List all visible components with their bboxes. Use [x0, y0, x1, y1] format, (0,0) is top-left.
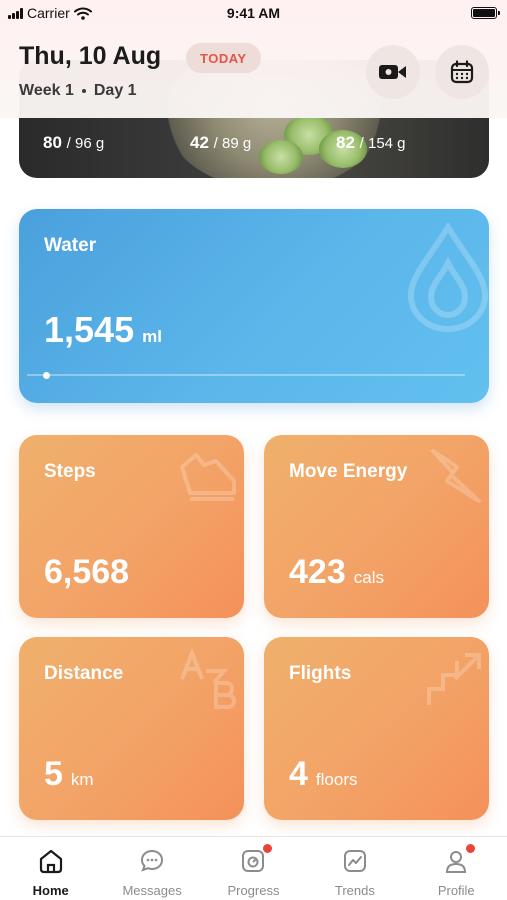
move-energy-unit: cals: [353, 568, 384, 587]
progress-notification-badge: [262, 843, 274, 854]
shoe-icon: [180, 453, 236, 501]
week-label: Week 1: [19, 82, 74, 99]
water-unit: ml: [142, 327, 162, 346]
profile-notification-badge: [465, 843, 477, 854]
move-energy-value: 423 cals: [289, 553, 384, 591]
protein-value: 80 / 96 g: [43, 133, 105, 152]
lightning-icon: [431, 449, 481, 503]
home-icon: [39, 849, 62, 874]
calendar-button[interactable]: [435, 45, 489, 99]
a-to-b-icon: [180, 649, 236, 709]
tab-profile-label: Profile: [437, 883, 475, 898]
move-energy-label: Move Energy: [289, 461, 408, 482]
stairs-icon: [427, 653, 481, 705]
distance-label: Distance: [44, 663, 124, 684]
trends-icon: [343, 850, 366, 872]
carrier-label: Carrier: [27, 5, 70, 21]
tab-profile[interactable]: Profile: [406, 837, 506, 898]
cucumber-slice: [259, 140, 303, 174]
wifi-icon: [73, 7, 92, 20]
separator-dot: [81, 89, 86, 93]
flights-label: Flights: [289, 663, 352, 684]
flights-value: 4 floors: [289, 755, 358, 793]
tab-messages-label: Messages: [122, 883, 182, 898]
tab-home[interactable]: Home: [1, 837, 101, 898]
distance-unit: km: [70, 770, 94, 789]
clock: 9:41 AM: [226, 5, 281, 21]
tab-home-label: Home: [32, 883, 69, 898]
battery-icon: [471, 7, 500, 19]
page-title: Thu, 10 Aug: [19, 42, 162, 70]
carbs-value: 82 / 154 g: [336, 133, 406, 152]
water-progress-handle[interactable]: [43, 372, 50, 379]
chat-icon: [141, 849, 164, 872]
video-camera-icon: [379, 65, 406, 79]
today-button[interactable]: TODAY: [186, 43, 261, 73]
tab-messages[interactable]: Messages: [102, 837, 202, 898]
header: Carrier 9:41 AM Thu, 10 Aug TODAY Week 1…: [0, 0, 507, 118]
tab-trends-label: Trends: [334, 883, 375, 898]
flights-card[interactable]: Flights 4 floors: [264, 637, 489, 820]
week-day-label: Week 1 Day 1: [19, 82, 137, 100]
status-bar: Carrier 9:41 AM: [0, 0, 507, 26]
distance-card[interactable]: Distance 5 km: [19, 637, 244, 820]
tab-trends[interactable]: Trends: [305, 837, 405, 898]
steps-card[interactable]: Steps 6,568: [19, 435, 244, 618]
distance-value: 5 km: [44, 755, 94, 793]
signal-icon: [8, 7, 23, 19]
water-progress-track: [27, 374, 465, 376]
tab-progress-label: Progress: [227, 883, 280, 898]
steps-value: 6,568: [44, 553, 130, 591]
video-button[interactable]: [366, 45, 420, 99]
tab-progress[interactable]: Progress: [203, 837, 303, 898]
calendar-icon: [450, 60, 474, 84]
tab-bar: Home Messages Progress Trends Profile: [0, 836, 507, 900]
water-drop-icon: [407, 223, 489, 333]
steps-label: Steps: [44, 461, 96, 482]
move-energy-card[interactable]: Move Energy 423 cals: [264, 435, 489, 618]
flights-unit: floors: [315, 770, 358, 789]
day-label: Day 1: [93, 82, 137, 99]
water-label: Water: [44, 235, 97, 256]
fat-value: 42 / 89 g: [190, 133, 252, 152]
water-value: 1,545 ml: [44, 309, 162, 350]
